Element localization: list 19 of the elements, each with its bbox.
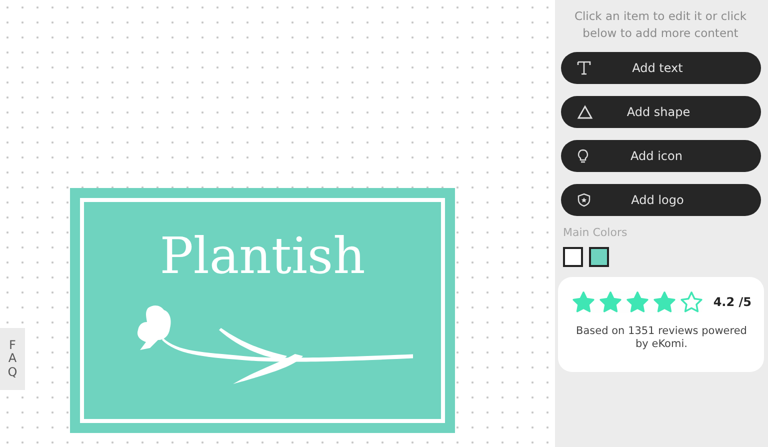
add-button[interactable]: Add logo — [560, 184, 760, 216]
color-swatch[interactable] — [563, 247, 583, 267]
shield-icon — [576, 193, 590, 207]
add-button[interactable]: Add icon — [560, 140, 760, 172]
hint-text: Click an item to edit it or click below to add more content — [573, 8, 748, 42]
reviews-note: Based on 1351 reviews powered by eKomi. — [575, 325, 748, 351]
add-button[interactable]: Add text — [560, 52, 760, 84]
rating-score: 4.2 /5 — [713, 295, 752, 309]
main-colors-label: Main Colors — [563, 226, 628, 239]
faq-tab[interactable]: FAQ — [0, 328, 25, 390]
filled-star-icon — [598, 291, 622, 313]
filled-star-icon — [652, 291, 676, 313]
add-button[interactable]: Add shape — [560, 96, 760, 128]
text-icon — [576, 61, 590, 75]
filled-star-icon — [626, 291, 648, 313]
lightbulb-icon — [576, 148, 588, 164]
color-swatch[interactable] — [589, 247, 609, 267]
filled-star-icon — [572, 291, 594, 313]
triangle-icon — [576, 105, 592, 119]
